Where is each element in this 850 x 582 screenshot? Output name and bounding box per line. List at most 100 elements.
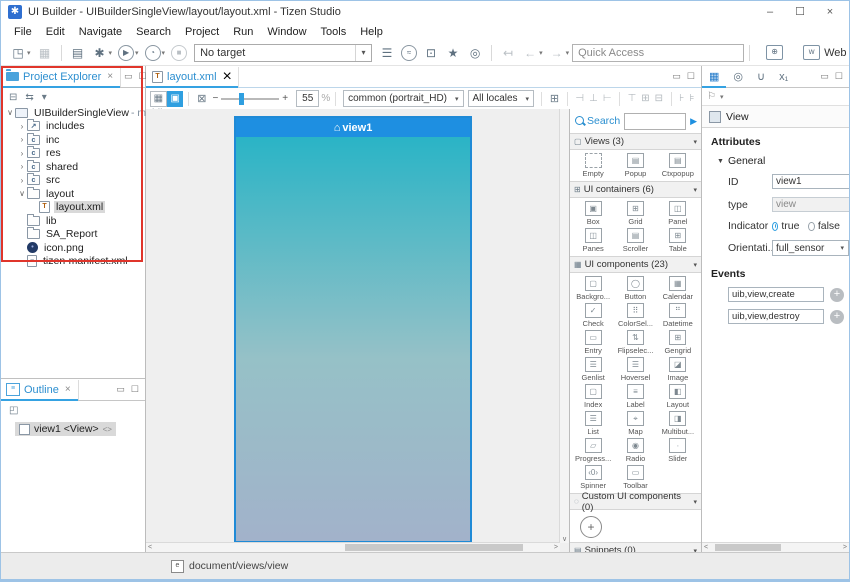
maximize-button[interactable]: ☐ [785,3,815,21]
chevron-down-icon[interactable]: ▾ [720,93,724,101]
expand-arrow-icon[interactable]: › [17,122,27,131]
close-icon[interactable]: × [63,384,73,395]
view1-content[interactable] [236,137,470,541]
zoom-slider-thumb[interactable] [239,93,244,105]
chevron-down-icon[interactable]: ▾ [451,95,463,103]
profile-button[interactable]: ◔▾ [143,43,168,63]
x1-tab[interactable]: x₁ [772,67,795,87]
palette-item-flipselector[interactable]: ⇅Flipselec... [614,329,656,356]
tree-item-inc[interactable]: ›cinc [1,133,145,147]
palette-section-components[interactable]: ▦UI components (23)▾ [570,256,701,273]
chevron-down-icon[interactable]: ▾ [566,49,570,57]
dynamic-analyzer-button[interactable]: ≈ [399,43,419,63]
chevron-down-icon[interactable]: ▾ [135,49,139,57]
scroll-right-icon[interactable]: > [554,543,558,552]
menu-navigate[interactable]: Navigate [72,24,129,40]
palette-item-index[interactable]: ▢Index [572,383,614,410]
chevron-down-icon[interactable]: ▾ [522,95,534,103]
build-project-button[interactable]: ▤ [68,43,88,63]
palette-item-hoversel[interactable]: ☰Hoversel [614,356,656,383]
palette-item-background[interactable]: ▢Backgro... [572,275,614,302]
locales-select[interactable]: All locales ▾ [468,90,535,107]
chevron-down-icon[interactable]: ▾ [109,49,113,57]
view1-titlebar[interactable]: ⌂ view1 [236,118,470,137]
indicator-true-radio[interactable] [772,222,778,231]
pin-icon[interactable]: ⚐ [707,91,716,102]
palette-item-table[interactable]: ⊞Table [657,227,699,254]
event-name-field[interactable]: uib,view,create [728,287,824,302]
chevron-down-icon[interactable]: ▾ [693,186,697,194]
minimize-button[interactable]: – [755,3,785,21]
palette-item-panel[interactable]: ◫Panel [657,200,699,227]
collapse-all-icon[interactable]: ⊟ [5,92,21,103]
zoom-in-icon[interactable]: + [279,93,291,104]
menu-search[interactable]: Search [129,24,178,40]
expand-arrow-icon[interactable]: › [17,162,27,171]
palette-item-layout[interactable]: ◧Layout [657,383,699,410]
web-perspective-button[interactable]: w Web [798,43,850,63]
palette-section-views[interactable]: ▢Views (3)▾ [570,133,701,150]
tree-item-shared[interactable]: ›cshared [1,160,145,174]
zoom-slider[interactable]: − + [209,93,291,104]
debug-button[interactable]: ✱▾ [90,43,115,63]
tree-item-res[interactable]: ›cres [1,147,145,161]
palette-item-ctxpopup[interactable]: ▤Ctxpopup [657,152,699,179]
scroll-left-icon[interactable]: < [148,543,152,552]
tree-item-lib[interactable]: lib [1,214,145,228]
target-combo[interactable]: No target▾ [194,44,372,62]
outline-item-view1[interactable]: view1 <View> <> [15,422,116,436]
emulator-manager-button[interactable]: ☰ [377,43,397,63]
filter-outline-icon[interactable]: ◰ [5,405,22,416]
link-with-editor-icon[interactable]: ⇆ [21,92,37,103]
general-group[interactable]: ▼ General [717,155,849,167]
event-name-field[interactable]: uib,view,destroy [728,309,824,324]
maximize-panel-icon[interactable]: ☐ [128,384,142,395]
chevron-down-icon[interactable]: ▾ [27,49,31,57]
outline-tab[interactable]: ≡ Outline × [1,380,79,400]
palette-item-spinner[interactable]: ‹0›Spinner [572,464,614,491]
palette-item-button[interactable]: ◯Button [614,275,656,302]
attributes-horizontal-scrollbar[interactable]: < > [702,542,849,552]
palette-item-box[interactable]: ▣Box [572,200,614,227]
chevron-down-icon[interactable]: ▾ [693,138,697,146]
add-custom-component-button[interactable]: + [580,516,602,538]
tree-item-sa-report[interactable]: SA_Report [1,228,145,242]
project-explorer-tab[interactable]: Project Explorer × [1,67,121,87]
add-event-handler-button[interactable]: + [830,288,844,302]
palette-item-gengrid[interactable]: ⊞Gengrid [657,329,699,356]
palette-item-slider[interactable]: ∙Slider [657,437,699,464]
close-icon[interactable]: × [223,68,232,86]
tree-item-layout[interactable]: ∨layout [1,187,145,201]
palette-search-input[interactable] [624,113,686,130]
close-button[interactable]: × [815,3,845,21]
palette-section-snippets[interactable]: ▤Snippets (0)▾ [570,542,701,552]
palette-section-custom[interactable]: ◌Custom UI components (0)▾ [570,493,701,510]
palette-item-grid[interactable]: ⊞Grid [614,200,656,227]
palette-item-check[interactable]: ✓Check [572,302,614,329]
palette-item-datetime[interactable]: ⠛Datetime [657,302,699,329]
palette-item-radio[interactable]: ◉Radio [614,437,656,464]
palette-item-map[interactable]: ⌖Map [614,410,656,437]
maximize-panel-icon[interactable]: ☐ [832,71,846,82]
grid-toggle-icon[interactable]: ⊞ [547,92,562,105]
maximize-panel-icon[interactable]: ☐ [684,71,698,82]
chevron-down-icon[interactable]: ▾ [693,261,697,269]
canvas-vertical-scrollbar[interactable]: ∨ [559,109,569,543]
close-icon[interactable]: × [105,71,115,82]
view1-design-surface[interactable]: ⌂ view1 [236,118,470,541]
tree-item-layout-xml[interactable]: Tlayout.xml [1,201,145,215]
scroll-right-icon[interactable]: > [843,543,847,552]
design-view-toggle[interactable]: ▦ [150,91,167,107]
palette-item-label[interactable]: ≡Label [614,383,656,410]
palette-item-progressbar[interactable]: ▱Progress... [572,437,614,464]
palette-item-scroller[interactable]: ▤Scroller [614,227,656,254]
id-input[interactable] [772,174,849,189]
scroll-down-icon[interactable]: ∨ [560,535,569,543]
minimize-panel-icon[interactable]: ▭ [121,71,136,82]
tree-item-tizen-manifest-xml[interactable]: ≡tizen-manifest.xml [1,255,145,269]
layout-xml-tab[interactable]: T layout.xml × [146,67,239,87]
palette-item-calendar[interactable]: ▦Calendar [657,275,699,302]
canvas-horizontal-scrollbar[interactable]: < > [146,542,560,552]
palette-item-entry[interactable]: ▭Entry [572,329,614,356]
zoom-out-icon[interactable]: − [209,93,221,104]
